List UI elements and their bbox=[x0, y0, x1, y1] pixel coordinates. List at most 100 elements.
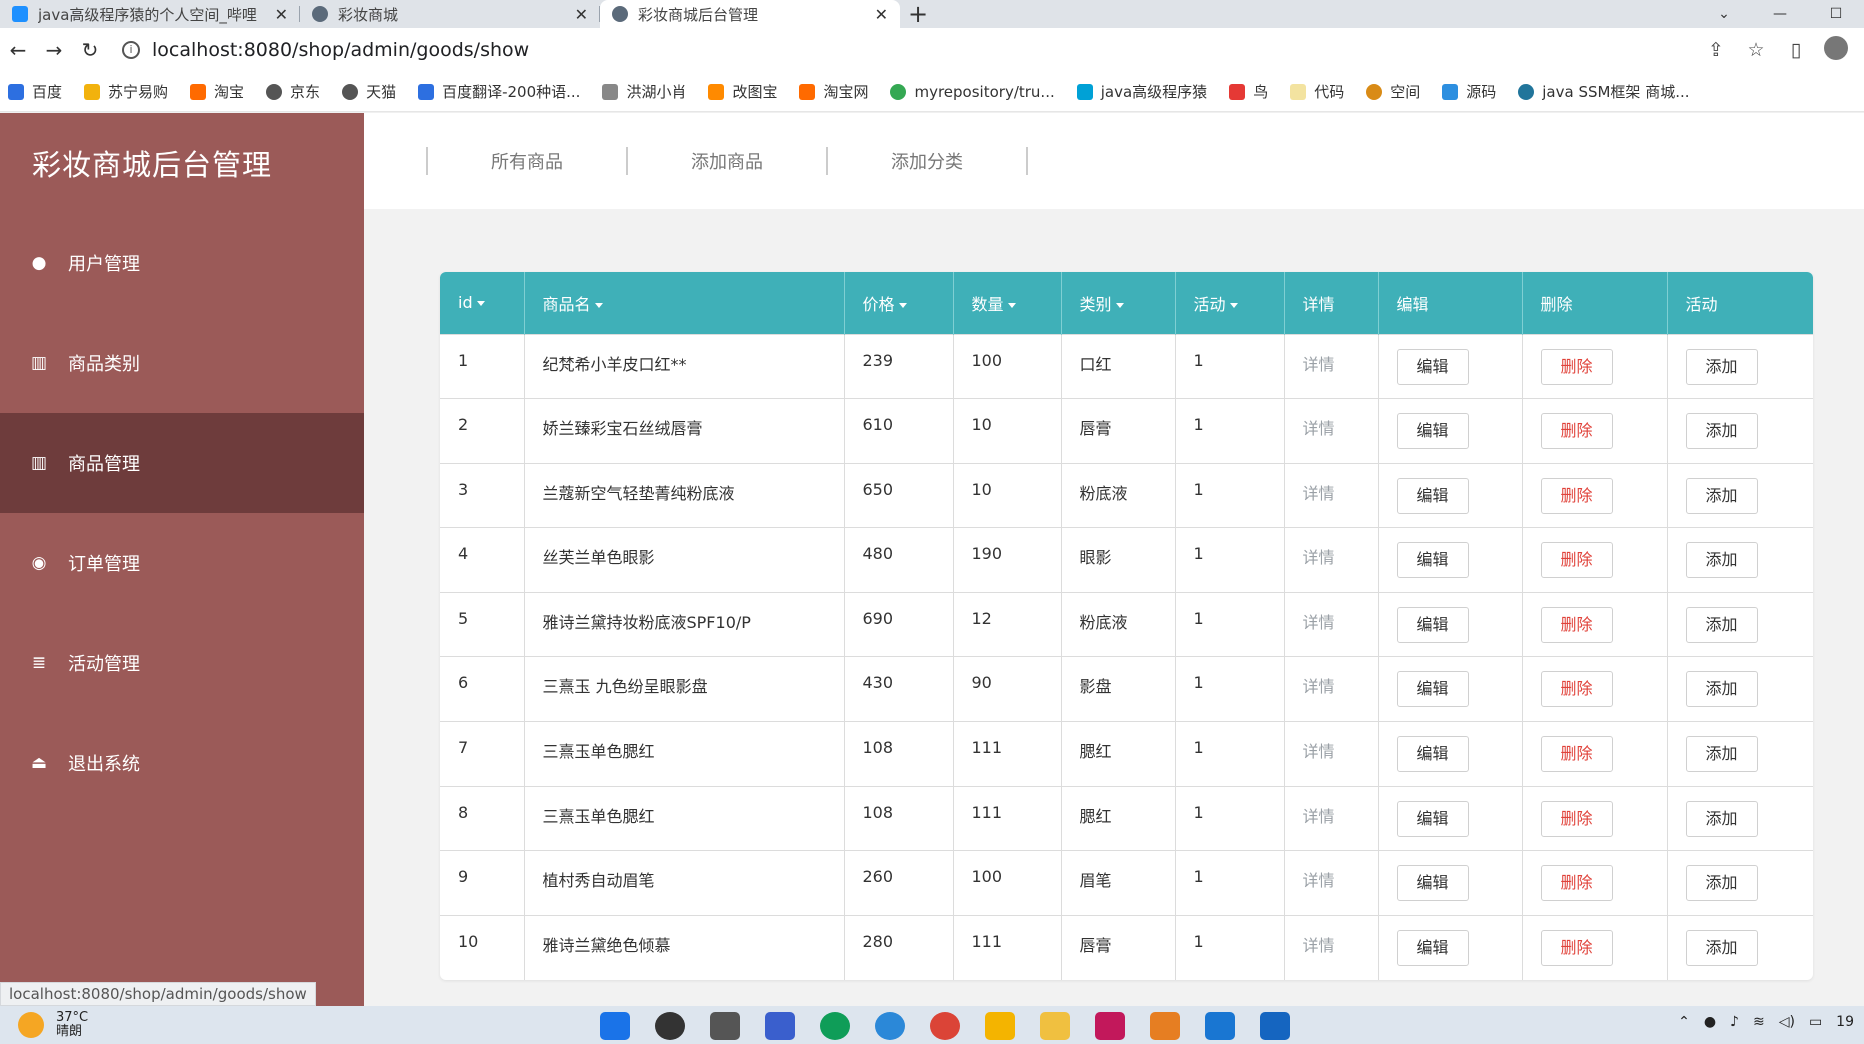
edit-button[interactable]: 编辑 bbox=[1396, 736, 1469, 773]
browser-tab-3[interactable]: 彩妆商城后台管理 ✕ bbox=[600, 0, 900, 28]
sidebar-item-users[interactable]: ● 用户管理 bbox=[0, 213, 364, 313]
profile-icon[interactable] bbox=[1816, 35, 1856, 65]
detail-link[interactable]: 详情 bbox=[1284, 721, 1379, 787]
calendar-icon[interactable] bbox=[1260, 1012, 1290, 1040]
bookmark-item[interactable]: 空间 bbox=[1366, 81, 1420, 102]
detail-link[interactable]: 详情 bbox=[1284, 656, 1379, 722]
edit-button[interactable]: 编辑 bbox=[1396, 477, 1469, 514]
bookmark-item[interactable]: 代码 bbox=[1290, 81, 1344, 102]
table-header-col-activity[interactable]: 活动 bbox=[1175, 272, 1285, 334]
detail-link[interactable]: 详情 bbox=[1284, 914, 1379, 980]
weather-widget[interactable]: 37°C 晴朗 bbox=[0, 1011, 160, 1039]
battery-icon[interactable]: ▭ bbox=[1809, 1014, 1822, 1030]
add-activity-button[interactable]: 添加 bbox=[1685, 606, 1758, 643]
bookmark-item[interactable]: 百度翻译-200种语... bbox=[418, 81, 580, 102]
maximize-icon[interactable]: ☐ bbox=[1808, 6, 1864, 22]
bookmark-item[interactable]: java高级程序猿 bbox=[1076, 81, 1207, 102]
close-icon[interactable]: ✕ bbox=[275, 5, 288, 24]
delete-button[interactable]: 删除 bbox=[1540, 800, 1613, 837]
forward-icon[interactable]: → bbox=[36, 38, 72, 62]
photos-icon[interactable] bbox=[1205, 1012, 1235, 1040]
table-header-col-qty[interactable]: 数量 bbox=[953, 272, 1062, 334]
bookmark-item[interactable]: 淘宝网 bbox=[799, 81, 868, 102]
bookmark-item[interactable]: myrepository/tru... bbox=[890, 83, 1055, 101]
sidebar-toggle-icon[interactable]: ▯ bbox=[1776, 39, 1816, 61]
search-icon[interactable] bbox=[655, 1012, 685, 1040]
table-header-col-category[interactable]: 类别 bbox=[1061, 272, 1176, 334]
detail-link[interactable]: 详情 bbox=[1284, 333, 1379, 399]
chrome-icon[interactable] bbox=[930, 1012, 960, 1040]
add-activity-button[interactable]: 添加 bbox=[1685, 348, 1758, 385]
close-icon[interactable]: ✕ bbox=[875, 5, 888, 24]
edit-button[interactable]: 编辑 bbox=[1396, 348, 1469, 385]
add-activity-button[interactable]: 添加 bbox=[1685, 736, 1758, 773]
edit-button[interactable]: 编辑 bbox=[1396, 606, 1469, 643]
bookmark-item[interactable]: 洪湖小肖 bbox=[602, 81, 686, 102]
delete-button[interactable]: 删除 bbox=[1540, 671, 1613, 708]
mic-icon[interactable]: ♪ bbox=[1730, 1014, 1739, 1030]
add-activity-button[interactable]: 添加 bbox=[1685, 865, 1758, 902]
reload-icon[interactable]: ↻ bbox=[72, 38, 108, 62]
add-activity-button[interactable]: 添加 bbox=[1685, 542, 1758, 579]
bookmark-item[interactable]: 京东 bbox=[266, 81, 320, 102]
edit-button[interactable]: 编辑 bbox=[1396, 671, 1469, 708]
edit-button[interactable]: 编辑 bbox=[1396, 929, 1469, 966]
delete-button[interactable]: 删除 bbox=[1540, 865, 1613, 902]
add-activity-button[interactable]: 添加 bbox=[1685, 671, 1758, 708]
edit-button[interactable]: 编辑 bbox=[1396, 413, 1469, 450]
app-icon[interactable] bbox=[1150, 1012, 1180, 1040]
sidebar-item-goods[interactable]: ▥ 商品管理 bbox=[0, 413, 364, 513]
info-icon[interactable]: i bbox=[122, 41, 140, 59]
new-tab-button[interactable]: + bbox=[900, 0, 936, 28]
add-activity-button[interactable]: 添加 bbox=[1685, 800, 1758, 837]
edit-button[interactable]: 编辑 bbox=[1396, 865, 1469, 902]
nav-add-category[interactable]: 添加分类 bbox=[828, 148, 1026, 174]
bookmark-item[interactable]: java SSM框架 商城... bbox=[1518, 81, 1690, 102]
table-header-col-price[interactable]: 价格 bbox=[844, 272, 954, 334]
detail-link[interactable]: 详情 bbox=[1284, 850, 1379, 916]
share-icon[interactable]: ⇪ bbox=[1696, 39, 1736, 61]
bookmark-item[interactable]: 源码 bbox=[1442, 81, 1496, 102]
browser-tab-1[interactable]: java高级程序猿的个人空间_哔哩 ✕ bbox=[0, 0, 300, 28]
chevron-up-icon[interactable]: ⌃ bbox=[1678, 1014, 1690, 1030]
sidebar-item-orders[interactable]: ◉ 订单管理 bbox=[0, 513, 364, 613]
ie-icon[interactable] bbox=[875, 1012, 905, 1040]
wifi-icon[interactable]: ≋ bbox=[1753, 1014, 1765, 1030]
folder-icon[interactable] bbox=[985, 1012, 1015, 1040]
browser-tab-2[interactable]: 彩妆商城 ✕ bbox=[300, 0, 600, 28]
delete-button[interactable]: 删除 bbox=[1540, 348, 1613, 385]
sidebar-item-logout[interactable]: ⏏ 退出系统 bbox=[0, 713, 364, 813]
delete-button[interactable]: 删除 bbox=[1540, 413, 1613, 450]
task-view-icon[interactable] bbox=[710, 1012, 740, 1040]
table-header-col-id[interactable]: id bbox=[440, 272, 525, 334]
bookmark-item[interactable]: 天猫 bbox=[342, 81, 396, 102]
back-icon[interactable]: ← bbox=[0, 38, 36, 62]
star-icon[interactable]: ☆ bbox=[1736, 39, 1776, 61]
delete-button[interactable]: 删除 bbox=[1540, 606, 1613, 643]
bookmark-item[interactable]: 百度 bbox=[8, 81, 62, 102]
add-activity-button[interactable]: 添加 bbox=[1685, 477, 1758, 514]
folder-icon[interactable] bbox=[1040, 1012, 1070, 1040]
bookmark-item[interactable]: 淘宝 bbox=[190, 81, 244, 102]
delete-button[interactable]: 删除 bbox=[1540, 929, 1613, 966]
nav-all-goods[interactable]: 所有商品 bbox=[428, 148, 626, 174]
minimize-icon[interactable]: — bbox=[1752, 6, 1808, 22]
detail-link[interactable]: 详情 bbox=[1284, 398, 1379, 464]
bookmark-item[interactable]: 鸟 bbox=[1229, 81, 1268, 102]
table-header-col-name[interactable]: 商品名 bbox=[524, 272, 845, 334]
nav-add-goods[interactable]: 添加商品 bbox=[628, 148, 826, 174]
edge-icon[interactable] bbox=[820, 1012, 850, 1040]
delete-button[interactable]: 删除 bbox=[1540, 736, 1613, 773]
detail-link[interactable]: 详情 bbox=[1284, 591, 1379, 657]
bookmark-item[interactable]: 改图宝 bbox=[708, 81, 777, 102]
delete-button[interactable]: 删除 bbox=[1540, 542, 1613, 579]
chevron-down-icon[interactable]: ⌄ bbox=[1696, 6, 1752, 22]
edit-button[interactable]: 编辑 bbox=[1396, 800, 1469, 837]
widgets-icon[interactable] bbox=[765, 1012, 795, 1040]
add-activity-button[interactable]: 添加 bbox=[1685, 413, 1758, 450]
detail-link[interactable]: 详情 bbox=[1284, 785, 1379, 851]
qq-icon[interactable]: ● bbox=[1704, 1014, 1716, 1030]
address-bar[interactable]: i localhost:8080/shop/admin/goods/show bbox=[122, 32, 1696, 68]
sidebar-item-categories[interactable]: ▥ 商品类别 bbox=[0, 313, 364, 413]
bookmark-item[interactable]: 苏宁易购 bbox=[84, 81, 168, 102]
